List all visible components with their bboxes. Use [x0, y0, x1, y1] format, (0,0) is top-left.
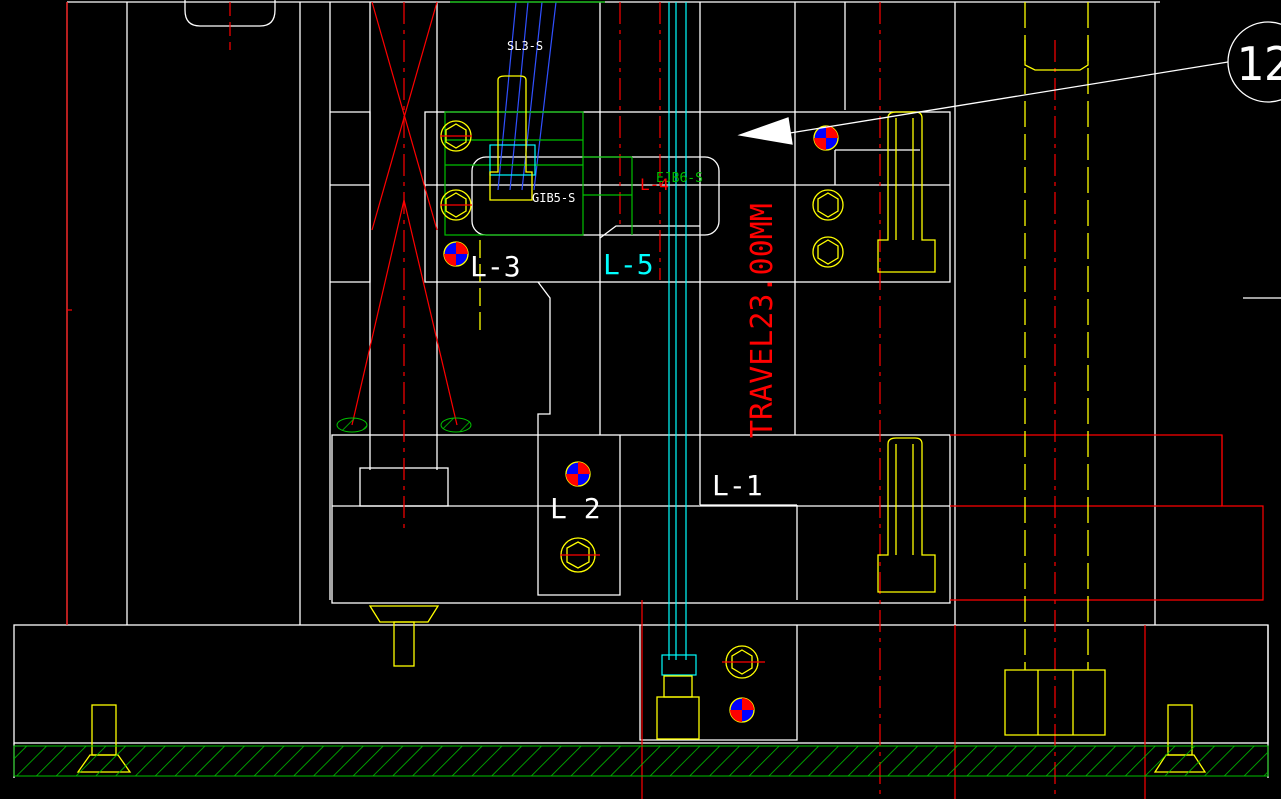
centerlines — [66, 1, 1264, 799]
angle-pin-end-left — [336, 417, 368, 433]
label-travel: TRAVEL23.00MM — [745, 203, 780, 438]
mold-outline — [13, 0, 1281, 778]
balloon-leader — [737, 21, 1281, 145]
label-l2: L 2 — [550, 492, 601, 525]
angle-pin-end-right — [440, 417, 472, 433]
label-l3: L-3 — [470, 250, 521, 283]
label-l4: L-4 — [640, 175, 669, 194]
position-marker — [729, 697, 755, 723]
position-marker — [565, 461, 591, 487]
label-sl3: SL3-S — [507, 39, 543, 53]
cad-drawing-canvas[interactable]: SL3-S GIB5-S EJB6-S L-4 L-3 L-5 L 2 L-1 … — [0, 0, 1281, 799]
ejector-rod — [489, 2, 697, 676]
position-marker — [813, 125, 839, 151]
wiring — [497, 1, 557, 191]
balloon-number: 12 — [1236, 37, 1281, 91]
hatched-base-plate — [13, 745, 1269, 777]
position-marker — [443, 241, 469, 267]
label-gib5: GIB5-S — [532, 191, 575, 205]
label-l5: L-5 — [603, 248, 654, 281]
label-l1: L-1 — [712, 469, 763, 502]
